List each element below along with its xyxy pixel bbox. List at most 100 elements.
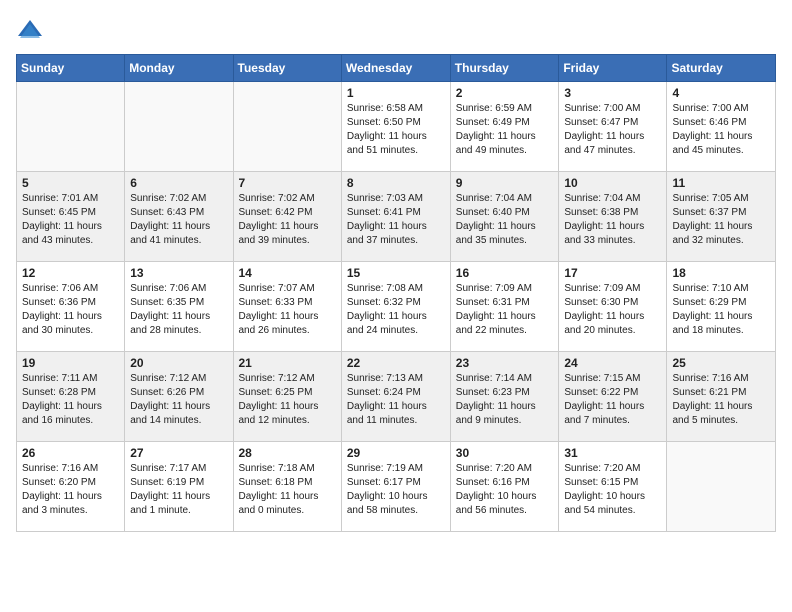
day-info: Sunrise: 7:00 AM Sunset: 6:47 PM Dayligh… <box>564 102 661 158</box>
day-number: 16 <box>456 266 554 280</box>
day-info: Sunrise: 7:17 AM Sunset: 6:19 PM Dayligh… <box>130 462 227 518</box>
calendar-day-cell: 26 Sunrise: 7:16 AM Sunset: 6:20 PM Dayli… <box>17 442 125 532</box>
day-info: Sunrise: 7:05 AM Sunset: 6:37 PM Dayligh… <box>672 192 770 248</box>
calendar-day-cell: 5 Sunrise: 7:01 AM Sunset: 6:45 PM Daylig… <box>17 172 125 262</box>
day-info: Sunrise: 7:04 AM Sunset: 6:38 PM Dayligh… <box>564 192 661 248</box>
calendar-day-cell: 2 Sunrise: 6:59 AM Sunset: 6:49 PM Daylig… <box>450 82 559 172</box>
day-number: 22 <box>347 356 445 370</box>
day-info: Sunrise: 7:18 AM Sunset: 6:18 PM Dayligh… <box>239 462 336 518</box>
day-of-week-header: Friday <box>559 55 667 82</box>
day-number: 26 <box>22 446 119 460</box>
day-info: Sunrise: 7:01 AM Sunset: 6:45 PM Dayligh… <box>22 192 119 248</box>
day-info: Sunrise: 7:11 AM Sunset: 6:28 PM Dayligh… <box>22 372 119 428</box>
day-info: Sunrise: 7:12 AM Sunset: 6:25 PM Dayligh… <box>239 372 336 428</box>
day-number: 2 <box>456 86 554 100</box>
logo <box>16 16 48 44</box>
day-of-week-header: Wednesday <box>341 55 450 82</box>
day-number: 17 <box>564 266 661 280</box>
calendar-day-cell: 4Sunrise: 7:00 AM Sunset: 6:46 PM Daylig… <box>667 82 776 172</box>
calendar-day-cell: 19 Sunrise: 7:11 AM Sunset: 6:28 PM Dayli… <box>17 352 125 442</box>
day-of-week-header: Sunday <box>17 55 125 82</box>
day-info: Sunrise: 7:06 AM Sunset: 6:35 PM Dayligh… <box>130 282 227 338</box>
calendar-day-cell: 14 Sunrise: 7:07 AM Sunset: 6:33 PM Dayli… <box>233 262 341 352</box>
calendar-day-cell <box>667 442 776 532</box>
calendar-day-cell: 23 Sunrise: 7:14 AM Sunset: 6:23 PM Dayli… <box>450 352 559 442</box>
day-info: Sunrise: 7:20 AM Sunset: 6:15 PM Dayligh… <box>564 462 661 518</box>
day-number: 28 <box>239 446 336 460</box>
calendar-day-cell: 21 Sunrise: 7:12 AM Sunset: 6:25 PM Dayli… <box>233 352 341 442</box>
calendar-day-cell <box>125 82 233 172</box>
day-info: Sunrise: 7:02 AM Sunset: 6:42 PM Dayligh… <box>239 192 336 248</box>
day-of-week-header: Thursday <box>450 55 559 82</box>
calendar-day-cell <box>233 82 341 172</box>
calendar-week-row: 12 Sunrise: 7:06 AM Sunset: 6:36 PM Dayli… <box>17 262 776 352</box>
day-info: Sunrise: 7:19 AM Sunset: 6:17 PM Dayligh… <box>347 462 445 518</box>
day-info: Sunrise: 7:06 AM Sunset: 6:36 PM Dayligh… <box>22 282 119 338</box>
calendar-day-cell: 7 Sunrise: 7:02 AM Sunset: 6:42 PM Daylig… <box>233 172 341 262</box>
calendar-day-cell: 31 Sunrise: 7:20 AM Sunset: 6:15 PM Dayli… <box>559 442 667 532</box>
calendar-week-row: 5 Sunrise: 7:01 AM Sunset: 6:45 PM Daylig… <box>17 172 776 262</box>
calendar-table: SundayMondayTuesdayWednesdayThursdayFrid… <box>16 54 776 532</box>
calendar-day-cell: 17Sunrise: 7:09 AM Sunset: 6:30 PM Dayli… <box>559 262 667 352</box>
day-number: 23 <box>456 356 554 370</box>
day-info: Sunrise: 7:08 AM Sunset: 6:32 PM Dayligh… <box>347 282 445 338</box>
day-info: Sunrise: 7:16 AM Sunset: 6:21 PM Dayligh… <box>672 372 770 428</box>
day-number: 9 <box>456 176 554 190</box>
page-header <box>16 16 776 44</box>
day-number: 10 <box>564 176 661 190</box>
calendar-day-cell: 1 Sunrise: 6:58 AM Sunset: 6:50 PM Daylig… <box>341 82 450 172</box>
day-number: 3 <box>564 86 661 100</box>
calendar-header-row: SundayMondayTuesdayWednesdayThursdayFrid… <box>17 55 776 82</box>
calendar-day-cell: 8 Sunrise: 7:03 AM Sunset: 6:41 PM Daylig… <box>341 172 450 262</box>
day-number: 18 <box>672 266 770 280</box>
day-number: 21 <box>239 356 336 370</box>
day-of-week-header: Tuesday <box>233 55 341 82</box>
day-of-week-header: Monday <box>125 55 233 82</box>
calendar-day-cell: 20 Sunrise: 7:12 AM Sunset: 6:26 PM Dayli… <box>125 352 233 442</box>
day-info: Sunrise: 7:14 AM Sunset: 6:23 PM Dayligh… <box>456 372 554 428</box>
day-info: Sunrise: 7:03 AM Sunset: 6:41 PM Dayligh… <box>347 192 445 248</box>
calendar-day-cell: 30Sunrise: 7:20 AM Sunset: 6:16 PM Dayli… <box>450 442 559 532</box>
day-info: Sunrise: 7:12 AM Sunset: 6:26 PM Dayligh… <box>130 372 227 428</box>
calendar-day-cell: 29Sunrise: 7:19 AM Sunset: 6:17 PM Dayli… <box>341 442 450 532</box>
day-number: 8 <box>347 176 445 190</box>
logo-icon <box>16 16 44 44</box>
day-info: Sunrise: 7:07 AM Sunset: 6:33 PM Dayligh… <box>239 282 336 338</box>
calendar-week-row: 26 Sunrise: 7:16 AM Sunset: 6:20 PM Dayli… <box>17 442 776 532</box>
day-number: 20 <box>130 356 227 370</box>
day-number: 1 <box>347 86 445 100</box>
day-number: 27 <box>130 446 227 460</box>
calendar-day-cell: 9 Sunrise: 7:04 AM Sunset: 6:40 PM Daylig… <box>450 172 559 262</box>
day-number: 19 <box>22 356 119 370</box>
calendar-week-row: 19 Sunrise: 7:11 AM Sunset: 6:28 PM Dayli… <box>17 352 776 442</box>
day-info: Sunrise: 6:59 AM Sunset: 6:49 PM Dayligh… <box>456 102 554 158</box>
day-info: Sunrise: 7:16 AM Sunset: 6:20 PM Dayligh… <box>22 462 119 518</box>
day-info: Sunrise: 7:04 AM Sunset: 6:40 PM Dayligh… <box>456 192 554 248</box>
day-number: 24 <box>564 356 661 370</box>
calendar-day-cell: 16 Sunrise: 7:09 AM Sunset: 6:31 PM Dayli… <box>450 262 559 352</box>
calendar-week-row: 1 Sunrise: 6:58 AM Sunset: 6:50 PM Daylig… <box>17 82 776 172</box>
day-number: 12 <box>22 266 119 280</box>
day-number: 7 <box>239 176 336 190</box>
calendar-day-cell: 15 Sunrise: 7:08 AM Sunset: 6:32 PM Dayli… <box>341 262 450 352</box>
calendar-day-cell: 12 Sunrise: 7:06 AM Sunset: 6:36 PM Dayli… <box>17 262 125 352</box>
calendar-day-cell: 13Sunrise: 7:06 AM Sunset: 6:35 PM Dayli… <box>125 262 233 352</box>
day-number: 6 <box>130 176 227 190</box>
day-number: 15 <box>347 266 445 280</box>
day-number: 31 <box>564 446 661 460</box>
day-info: Sunrise: 6:58 AM Sunset: 6:50 PM Dayligh… <box>347 102 445 158</box>
calendar-day-cell: 3 Sunrise: 7:00 AM Sunset: 6:47 PM Daylig… <box>559 82 667 172</box>
day-number: 5 <box>22 176 119 190</box>
calendar-day-cell <box>17 82 125 172</box>
calendar-day-cell: 28 Sunrise: 7:18 AM Sunset: 6:18 PM Dayli… <box>233 442 341 532</box>
day-number: 4 <box>672 86 770 100</box>
calendar-day-cell: 24 Sunrise: 7:15 AM Sunset: 6:22 PM Dayli… <box>559 352 667 442</box>
day-info: Sunrise: 7:09 AM Sunset: 6:31 PM Dayligh… <box>456 282 554 338</box>
calendar-day-cell: 22Sunrise: 7:13 AM Sunset: 6:24 PM Dayli… <box>341 352 450 442</box>
calendar-day-cell: 11Sunrise: 7:05 AM Sunset: 6:37 PM Dayli… <box>667 172 776 262</box>
day-info: Sunrise: 7:15 AM Sunset: 6:22 PM Dayligh… <box>564 372 661 428</box>
day-number: 25 <box>672 356 770 370</box>
calendar-day-cell: 6Sunrise: 7:02 AM Sunset: 6:43 PM Daylig… <box>125 172 233 262</box>
day-info: Sunrise: 7:20 AM Sunset: 6:16 PM Dayligh… <box>456 462 554 518</box>
day-number: 14 <box>239 266 336 280</box>
